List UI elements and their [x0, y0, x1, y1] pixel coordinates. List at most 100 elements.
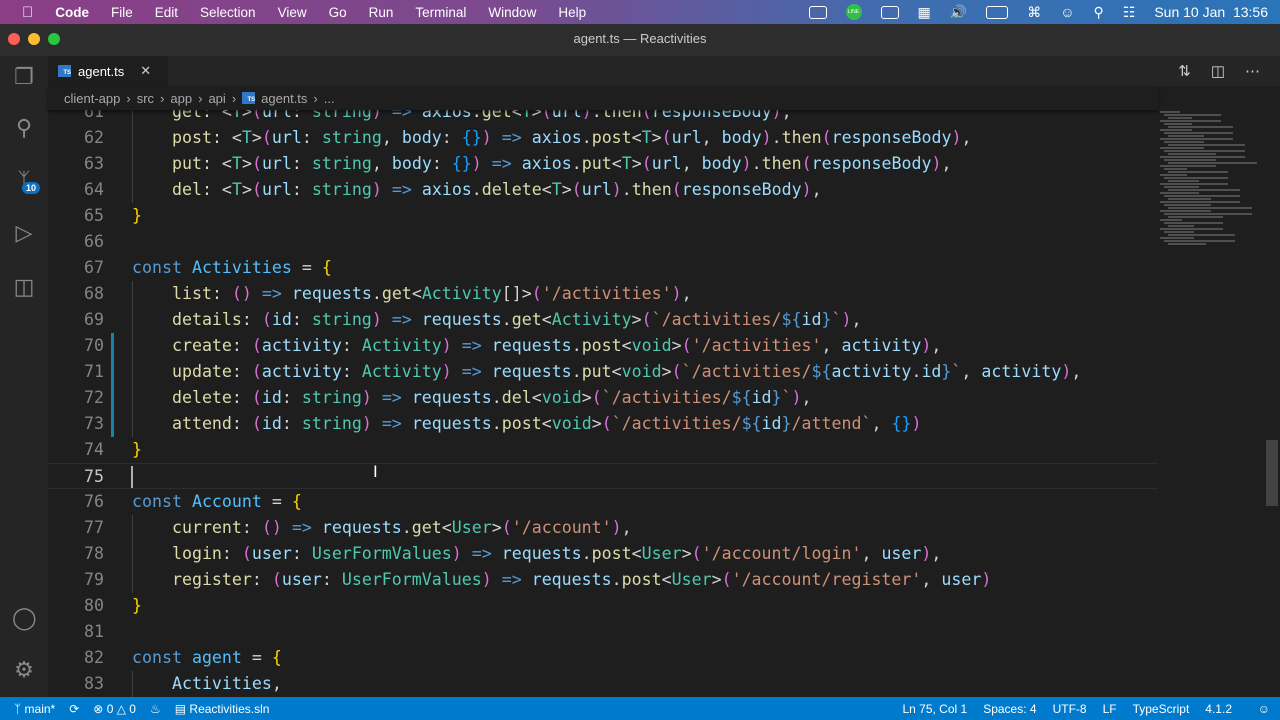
code-line[interactable]: 65} [48, 203, 1158, 229]
code-line[interactable]: 83 Activities, [48, 671, 1158, 697]
close-window-button[interactable] [8, 33, 20, 45]
account-icon[interactable]: ◯ [12, 606, 37, 630]
menu-run[interactable]: Run [369, 5, 394, 20]
screen-record-icon[interactable] [808, 5, 827, 19]
modified-line-marker[interactable] [111, 385, 114, 411]
code-token: requests [411, 388, 492, 407]
minimize-window-button[interactable] [28, 33, 40, 45]
editor-scrollbar[interactable] [1266, 440, 1278, 506]
code-line[interactable]: 82 const agent = { [48, 645, 1158, 671]
breadcrumb-client-app[interactable]: client-app [64, 91, 120, 106]
code-line[interactable]: 62 post: <T>(url: string, body: {}) => a… [48, 125, 1158, 151]
git-branch[interactable]: ᛉ main* [14, 702, 55, 716]
code-line[interactable]: 81 [48, 619, 1158, 645]
menu-view[interactable]: View [278, 5, 307, 20]
code-line[interactable]: 80} [48, 593, 1158, 619]
more-actions-icon[interactable]: ⋯ [1245, 62, 1260, 80]
menu-terminal[interactable]: Terminal [415, 5, 466, 20]
typescript-version[interactable]: 4.1.2 [1205, 702, 1232, 716]
code-line[interactable]: 74} [48, 437, 1158, 463]
code-token: update [171, 362, 232, 381]
feedback-icon[interactable]: ☺ [1258, 702, 1270, 716]
menu-go[interactable]: Go [329, 5, 347, 20]
code-line[interactable]: 64 del: <T>(url: string) => axios.delete… [48, 177, 1158, 203]
breadcrumb-app[interactable]: app [170, 91, 192, 106]
code-line[interactable]: 73 attend: (id: string) => requests.post… [48, 411, 1158, 437]
encoding[interactable]: UTF-8 [1053, 702, 1087, 716]
display-icon[interactable] [880, 5, 899, 19]
solution-item[interactable]: ▤ Reactivities.sln [175, 702, 270, 716]
code-token: requests [491, 362, 572, 381]
code-token: requests [291, 284, 372, 303]
extensions-icon[interactable]: ◫ [12, 275, 36, 299]
sync-icon[interactable]: ⟳ [69, 702, 79, 716]
open-changes-icon[interactable]: ⇅ [1178, 62, 1191, 80]
menu-file[interactable]: File [111, 5, 133, 20]
menu-selection[interactable]: Selection [200, 5, 256, 20]
zoom-window-button[interactable] [48, 33, 60, 45]
code-line[interactable]: 67 const Activities = { [48, 255, 1158, 281]
breadcrumb-api[interactable]: api [208, 91, 225, 106]
indentation[interactable]: Spaces: 4 [983, 702, 1036, 716]
minimap-line [1168, 135, 1204, 137]
code-line[interactable]: 75 [48, 463, 1158, 489]
settings-gear-icon[interactable]: ⚙ [12, 658, 36, 682]
code-line[interactable]: 79 register: (user: UserFormValues) => r… [48, 567, 1158, 593]
line-number: 70 [84, 336, 104, 355]
wifi-icon[interactable]: ⌘ [1027, 4, 1041, 21]
clock[interactable]: Sun 10 Jan 13:56 [1154, 4, 1268, 20]
battery-icon[interactable] [986, 5, 1009, 19]
search-icon[interactable]: ⚲ [12, 116, 36, 140]
layout-icon[interactable]: ▦ [918, 4, 931, 21]
code-editor[interactable]: 61 get: <T>(url: string) => axios.get<T>… [48, 99, 1158, 697]
code-line[interactable]: 68 list: () => requests.get<Activity[]>(… [48, 281, 1158, 307]
close-tab-icon[interactable]: ✕ [140, 63, 151, 79]
menu-app-name[interactable]: Code [55, 5, 89, 20]
modified-line-marker[interactable] [111, 411, 114, 437]
language-mode[interactable]: TypeScript [1133, 702, 1190, 716]
menu-help[interactable]: Help [558, 5, 586, 20]
code-token: . [911, 362, 922, 381]
code-line[interactable]: 71 update: (activity: Activity) => reque… [48, 359, 1158, 385]
code-token: user [251, 544, 292, 563]
split-editor-icon[interactable]: ◫ [1211, 62, 1225, 80]
code-token: => [491, 570, 522, 589]
code-line[interactable]: 78 login: (user: UserFormValues) => requ… [48, 541, 1158, 567]
code-token: < [621, 336, 632, 355]
control-center-icon[interactable]: ☷ [1123, 4, 1136, 21]
code-line[interactable]: 69 details: (id: string) => requests.get… [48, 307, 1158, 333]
user-icon[interactable]: ☺ [1060, 4, 1074, 20]
tab-label: agent.ts [78, 63, 125, 79]
problems[interactable]: ⊗ 0 △ 0 [93, 702, 136, 716]
menu-window[interactable]: Window [488, 5, 536, 20]
code-line[interactable]: 77 current: () => requests.get<User>('/a… [48, 515, 1158, 541]
breadcrumb-symbols[interactable]: ... [324, 91, 335, 106]
modified-line-marker[interactable] [111, 359, 114, 385]
flame-icon[interactable]: ♨ [150, 702, 161, 716]
apple-icon[interactable]:  [22, 4, 33, 21]
explorer-icon[interactable]: ❐ [12, 65, 36, 89]
line-app-icon[interactable]: LINE [845, 4, 862, 20]
run-debug-icon[interactable]: ▷ [12, 221, 36, 245]
code-token: < [611, 154, 622, 173]
spotlight-search-icon[interactable]: ⚲ [1094, 4, 1104, 21]
tab-agent-ts[interactable]: TS agent.ts ✕ [48, 56, 168, 86]
code-line[interactable]: 63 put: <T>(url: string, body: {}) => ax… [48, 151, 1158, 177]
code-line[interactable]: 66 [48, 229, 1158, 255]
code-token: , [821, 336, 842, 355]
cursor-position[interactable]: Ln 75, Col 1 [902, 702, 967, 716]
end-of-line[interactable]: LF [1103, 702, 1117, 716]
code-line[interactable]: 72 delete: (id: string) => requests.del<… [48, 385, 1158, 411]
code-token: activity [261, 336, 342, 355]
breadcrumb-file[interactable]: agent.ts [261, 91, 307, 106]
minimap[interactable] [1160, 110, 1260, 290]
menu-edit[interactable]: Edit [155, 5, 178, 20]
volume-icon[interactable]: 🔊 [950, 4, 967, 21]
modified-line-marker[interactable] [111, 333, 114, 359]
code-line[interactable]: 76 const Account = { [48, 489, 1158, 515]
code-line[interactable]: 70 create: (activity: Activity) => reque… [48, 333, 1158, 359]
code-token: ) [841, 310, 852, 329]
breadcrumb-src[interactable]: src [137, 91, 154, 106]
